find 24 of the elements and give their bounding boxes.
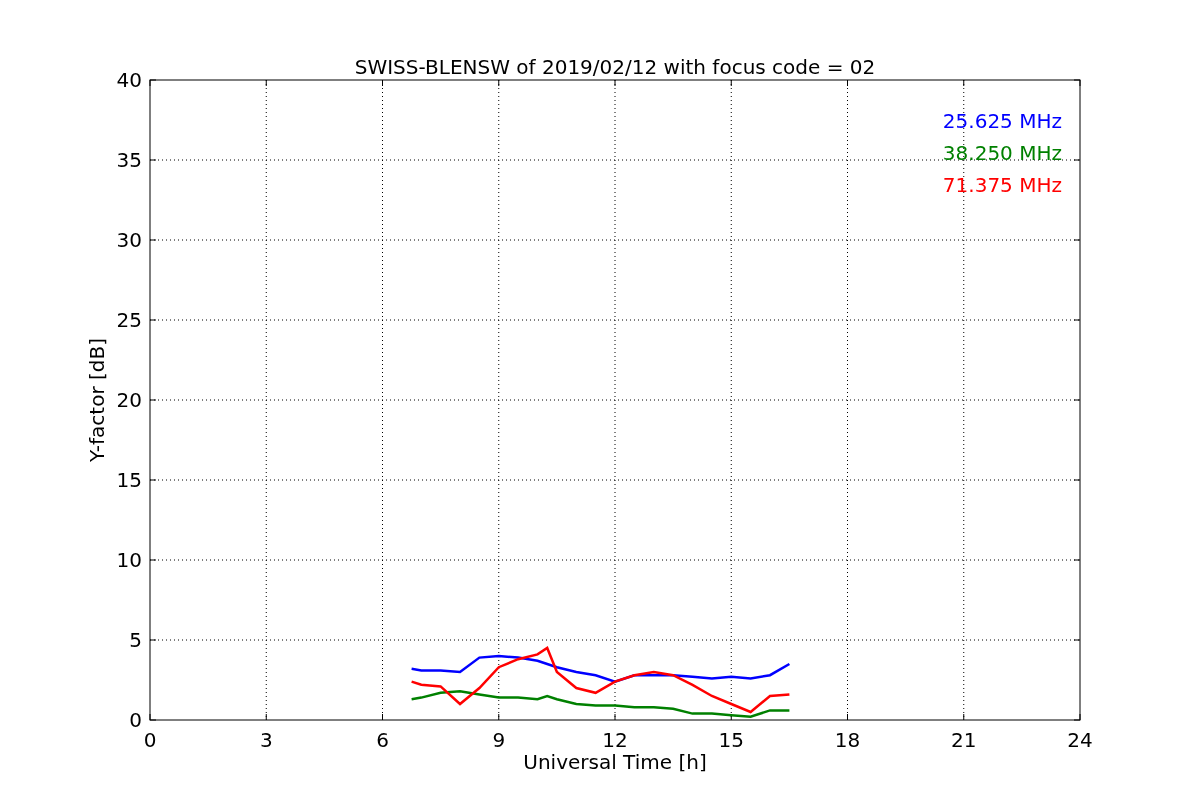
y-tick-label: 5	[129, 628, 142, 652]
x-tick-label: 15	[718, 728, 744, 752]
x-tick-label: 0	[143, 728, 157, 752]
y-tick-label: 10	[116, 548, 142, 572]
y-tick-label: 40	[116, 68, 142, 92]
x-tick-label: 9	[492, 728, 506, 752]
x-tick-label: 21	[951, 728, 977, 752]
x-tick-label: 18	[834, 728, 861, 752]
x-axis-label: Universal Time [h]	[523, 750, 707, 774]
chart-title: SWISS-BLENSW of 2019/02/12 with focus code = 02	[354, 55, 876, 79]
y-tick-label: 15	[116, 468, 142, 492]
legend-label: 71.375 MHz	[942, 173, 1062, 197]
y-tick-label: 35	[116, 148, 142, 172]
legend-label: 25.625 MHz	[942, 109, 1062, 133]
y-tick-label: 25	[116, 308, 142, 332]
y-tick-label: 30	[116, 228, 142, 252]
y-tick-label: 20	[116, 388, 142, 412]
x-tick-label: 6	[376, 728, 389, 752]
y-axis-label: Y-factor [dB]	[85, 338, 109, 462]
x-tick-label: 24	[1067, 728, 1093, 752]
legend-label: 38.250 MHz	[942, 141, 1062, 165]
x-tick-label: 12	[602, 728, 628, 752]
x-tick-label: 3	[259, 728, 273, 752]
y-tick-label: 0	[129, 708, 142, 732]
